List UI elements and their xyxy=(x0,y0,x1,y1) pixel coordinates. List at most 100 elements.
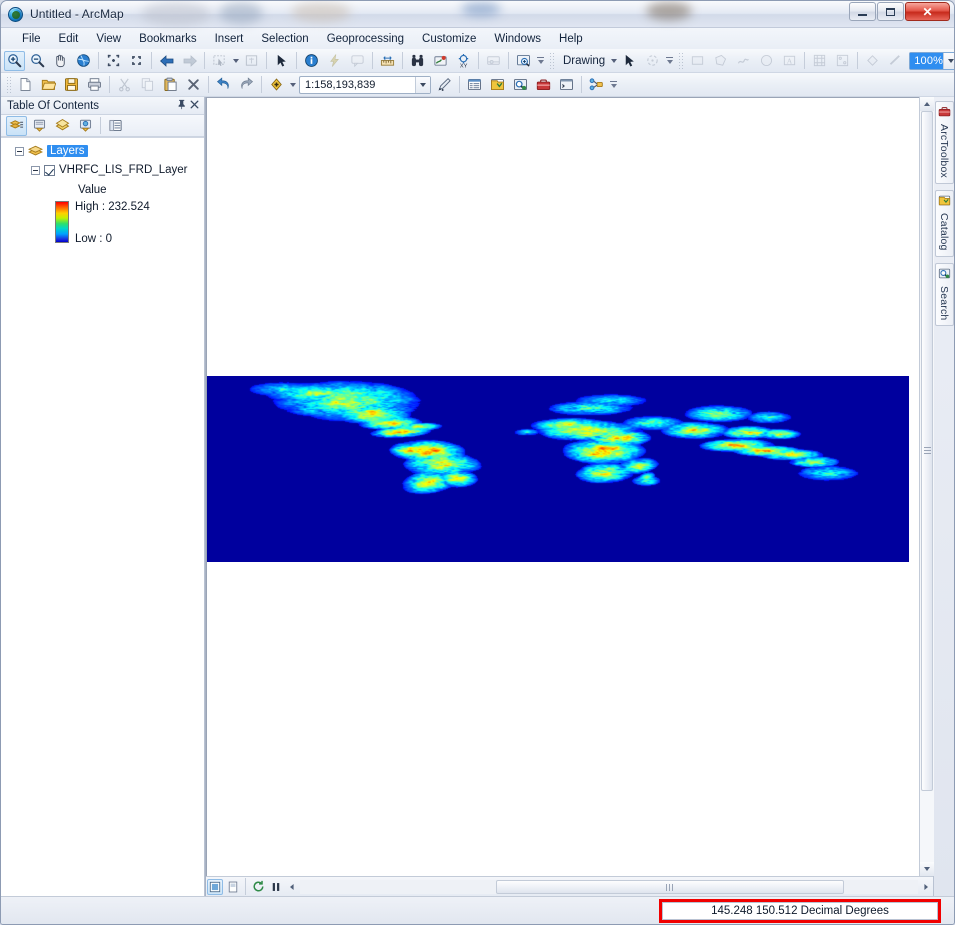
align-button[interactable] xyxy=(809,51,830,71)
refresh-view-button[interactable] xyxy=(250,879,266,895)
menu-customize[interactable]: Customize xyxy=(413,30,485,48)
select-features-dropdown[interactable] xyxy=(231,51,240,71)
fill-color-button[interactable] xyxy=(862,51,883,71)
measure-button[interactable] xyxy=(377,51,398,71)
pause-drawing-button[interactable] xyxy=(268,879,284,895)
menu-file[interactable]: File xyxy=(13,30,50,48)
map-vertical-scrollbar[interactable] xyxy=(919,97,934,876)
go-forward-extent-button[interactable] xyxy=(179,51,200,71)
save-button[interactable] xyxy=(61,75,82,95)
new-document-button[interactable] xyxy=(15,75,36,95)
editor-toolbar-button[interactable] xyxy=(434,75,455,95)
select-features-button[interactable] xyxy=(209,51,230,71)
new-freehand-button[interactable] xyxy=(733,51,754,71)
arctoolbox-window-button[interactable] xyxy=(533,75,554,95)
expander-icon[interactable] xyxy=(15,146,24,156)
catalog-window-button[interactable] xyxy=(487,75,508,95)
list-by-source-button[interactable] xyxy=(29,116,50,136)
map-scale-combo[interactable]: 1:158,193,839 xyxy=(299,75,431,94)
dock-tab-search[interactable]: Search xyxy=(934,262,954,327)
drawing-toolbar-overflow[interactable] xyxy=(664,51,675,71)
go-to-xy-button[interactable]: XY xyxy=(453,51,474,71)
font-size-dropdown-arrow[interactable] xyxy=(943,52,954,69)
new-polygon-button[interactable] xyxy=(710,51,731,71)
new-rectangle-button[interactable] xyxy=(687,51,708,71)
new-circle-button[interactable] xyxy=(756,51,777,71)
table-of-contents-button[interactable] xyxy=(464,75,485,95)
fixed-zoom-out-button[interactable] xyxy=(126,51,147,71)
new-text-button[interactable]: A xyxy=(779,51,800,71)
toc-layer-tree[interactable]: Layers VHRFC_LIS_FRD_Layer Value High : … xyxy=(1,137,204,896)
zoom-out-button[interactable] xyxy=(27,51,48,71)
layout-view-button[interactable] xyxy=(225,879,241,895)
redo-button[interactable] xyxy=(236,75,257,95)
draw-extra-toolbar-grip[interactable] xyxy=(678,51,684,70)
open-folder-button[interactable] xyxy=(38,75,59,95)
drawing-menu-dropdown[interactable] xyxy=(609,51,618,71)
hyperlink-lightning-button[interactable] xyxy=(324,51,345,71)
create-viewer-window-button[interactable] xyxy=(513,51,534,71)
pin-icon[interactable] xyxy=(175,99,188,113)
toc-options-button[interactable] xyxy=(105,116,126,136)
print-button[interactable] xyxy=(84,75,105,95)
standard-toolbar-overflow[interactable] xyxy=(608,75,619,95)
hscroll-right-button[interactable] xyxy=(919,880,933,894)
list-by-drawing-order-button[interactable] xyxy=(6,115,27,136)
full-extent-globe-button[interactable] xyxy=(73,51,94,71)
time-slider-button[interactable] xyxy=(483,51,504,71)
menu-help[interactable]: Help xyxy=(550,30,592,48)
go-back-extent-button[interactable] xyxy=(156,51,177,71)
font-size-combo[interactable]: 100% xyxy=(909,51,954,70)
tools-toolbar-overflow[interactable] xyxy=(535,51,546,71)
find-binoculars-button[interactable] xyxy=(407,51,428,71)
clear-selection-button[interactable] xyxy=(241,51,262,71)
select-elements-arrow-button-draw[interactable] xyxy=(619,51,640,71)
undo-button[interactable] xyxy=(213,75,234,95)
add-data-dropdown[interactable] xyxy=(288,75,297,95)
map-canvas[interactable] xyxy=(206,97,919,876)
line-color-button[interactable] xyxy=(885,51,906,71)
menu-geoprocessing[interactable]: Geoprocessing xyxy=(318,30,413,48)
identify-info-button[interactable] xyxy=(301,51,322,71)
hscroll-left-button[interactable] xyxy=(285,880,299,894)
html-popup-button[interactable] xyxy=(347,51,368,71)
map-scale-dropdown-arrow[interactable] xyxy=(415,76,430,93)
distribute-button[interactable] xyxy=(832,51,853,71)
menu-insert[interactable]: Insert xyxy=(206,30,253,48)
paste-button[interactable] xyxy=(160,75,181,95)
model-builder-button[interactable] xyxy=(586,75,607,95)
horizontal-scroll-thumb[interactable] xyxy=(496,879,844,894)
menu-edit[interactable]: Edit xyxy=(50,30,88,48)
menu-selection[interactable]: Selection xyxy=(252,30,317,48)
data-view-button[interactable] xyxy=(207,878,223,895)
list-by-visibility-button[interactable] xyxy=(52,116,73,136)
fixed-zoom-in-button[interactable] xyxy=(103,51,124,71)
vertical-scroll-thumb[interactable] xyxy=(921,111,933,791)
python-window-button[interactable] xyxy=(556,75,577,95)
expander-icon[interactable] xyxy=(31,165,40,175)
list-by-selection-button[interactable] xyxy=(75,116,96,136)
pan-hand-button[interactable] xyxy=(50,51,71,71)
add-data-button[interactable] xyxy=(266,75,287,95)
minimize-button[interactable] xyxy=(849,2,876,21)
menu-windows[interactable]: Windows xyxy=(485,30,550,48)
scroll-down-button[interactable] xyxy=(919,862,934,876)
close-icon[interactable] xyxy=(188,99,201,113)
close-button[interactable]: ✕ xyxy=(905,2,950,21)
search-window-button[interactable] xyxy=(510,75,531,95)
find-route-button[interactable] xyxy=(430,51,451,71)
delete-button[interactable] xyxy=(183,75,204,95)
toc-layer-row[interactable]: VHRFC_LIS_FRD_Layer xyxy=(1,162,204,178)
rotate-element-button[interactable] xyxy=(642,51,663,71)
zoom-in-button[interactable] xyxy=(4,50,25,71)
map-horizontal-scrollbar[interactable] xyxy=(300,879,918,895)
copy-button[interactable] xyxy=(137,75,158,95)
select-elements-arrow-button[interactable] xyxy=(271,51,292,71)
scroll-up-button[interactable] xyxy=(919,97,934,111)
layer-visibility-checkbox[interactable] xyxy=(44,164,55,176)
dock-tab-arctoolbox[interactable]: ArcToolbox xyxy=(934,101,954,184)
maximize-button[interactable] xyxy=(877,2,904,21)
standard-toolbar-grip[interactable] xyxy=(6,75,11,94)
toc-root-layers-row[interactable]: Layers xyxy=(1,143,204,159)
cut-scissors-button[interactable] xyxy=(114,75,135,95)
